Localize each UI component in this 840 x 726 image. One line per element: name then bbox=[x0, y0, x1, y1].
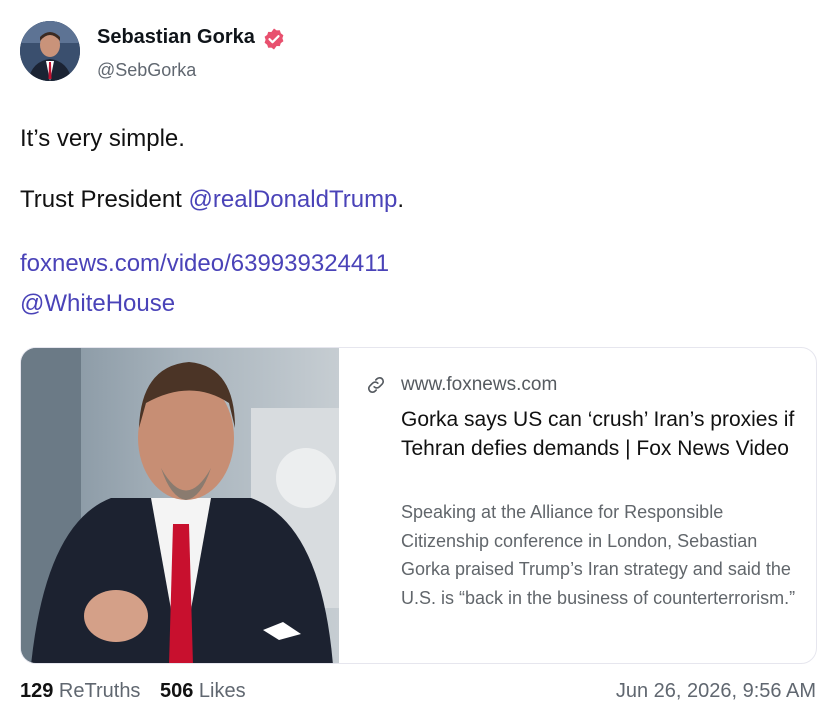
avatar-image bbox=[20, 21, 80, 81]
card-domain: www.foxnews.com bbox=[401, 374, 558, 395]
thumbnail-image bbox=[21, 348, 339, 663]
card-title[interactable]: Gorka says US can ‘crush’ Iran’s proxies… bbox=[401, 406, 801, 463]
external-link[interactable]: foxnews.com/video/639939324411 bbox=[20, 250, 389, 278]
link-chain-icon bbox=[367, 376, 385, 394]
retruths-label: ReTruths bbox=[53, 680, 141, 702]
card-body[interactable]: www.foxnews.com Gorka says US can ‘crush… bbox=[361, 348, 801, 663]
mention-link[interactable]: @WhiteHouse bbox=[20, 290, 175, 318]
retruths-count: 129 bbox=[20, 680, 54, 702]
author-name[interactable]: Sebastian Gorka bbox=[97, 26, 255, 49]
likes-label: Likes bbox=[193, 680, 246, 702]
card-description: Speaking at the Alliance for Responsible… bbox=[401, 502, 796, 609]
post-text-line: It’s very simple. bbox=[20, 125, 185, 152]
likes-stat[interactable]: 506 Likes bbox=[160, 680, 246, 703]
post-timestamp[interactable]: Jun 26, 2026, 9:56 AM bbox=[616, 680, 816, 703]
card-thumbnail[interactable] bbox=[21, 348, 339, 663]
mention-link[interactable]: @realDonaldTrump bbox=[189, 186, 398, 213]
post-text-prefix: Trust President bbox=[20, 186, 189, 213]
author-handle[interactable]: @SebGorka bbox=[97, 60, 196, 81]
post-text-line: Trust President @realDonaldTrump. bbox=[20, 186, 404, 214]
likes-count: 506 bbox=[160, 680, 194, 702]
link-preview-card[interactable]: www.foxnews.com Gorka says US can ‘crush… bbox=[20, 347, 817, 664]
verified-badge-icon bbox=[264, 28, 284, 50]
author-avatar[interactable] bbox=[20, 21, 80, 81]
post-container: Sebastian Gorka @SebGorka It’s very simp… bbox=[0, 0, 840, 726]
post-text-suffix: . bbox=[397, 186, 405, 213]
retruths-stat[interactable]: 129 ReTruths bbox=[20, 680, 140, 703]
post-stats: 129 ReTruths 506 Likes bbox=[20, 680, 260, 703]
